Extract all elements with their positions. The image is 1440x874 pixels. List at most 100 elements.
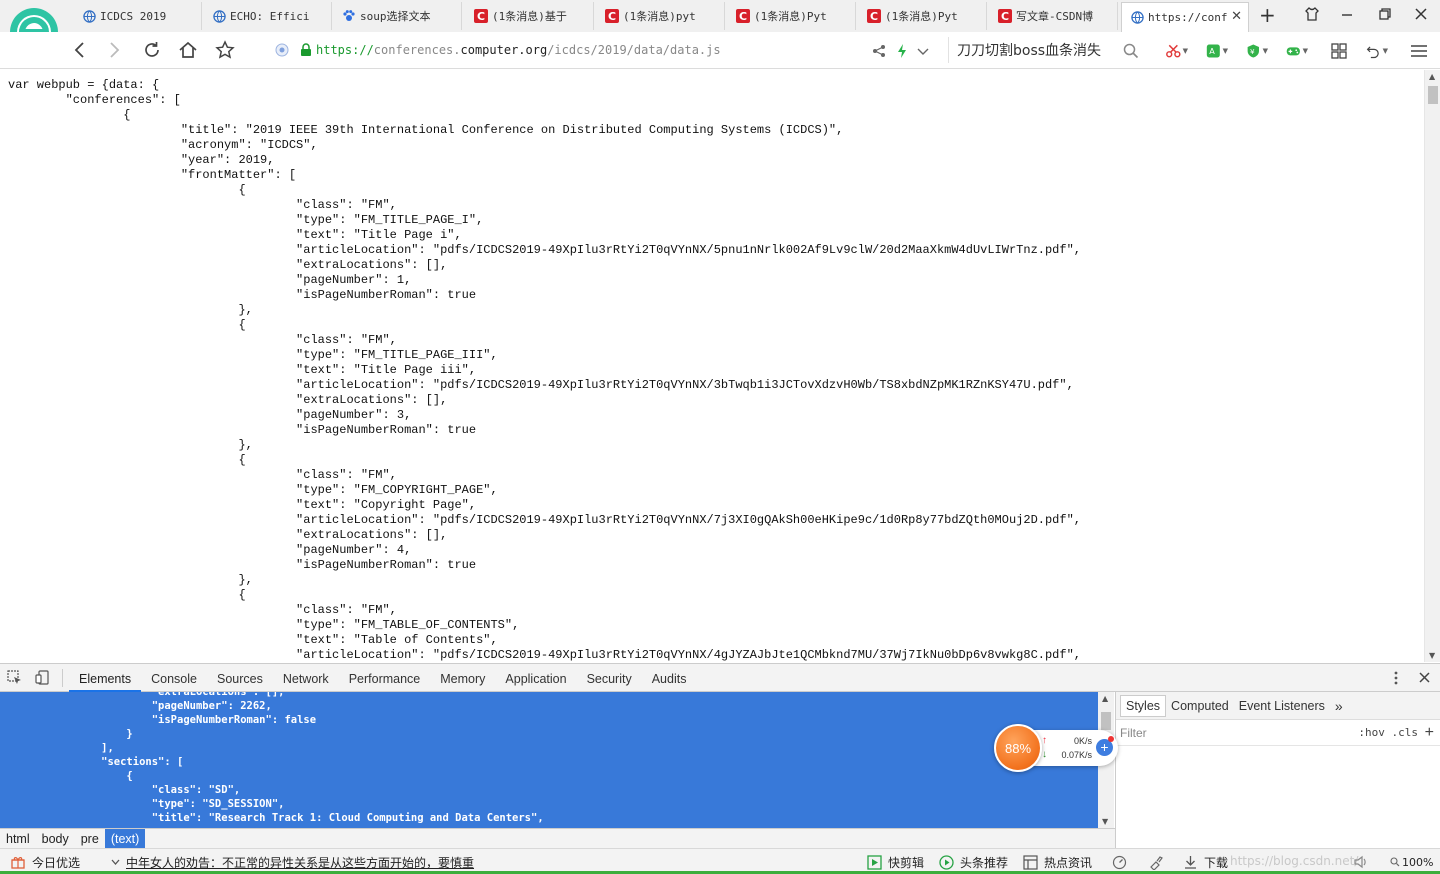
tab-soup[interactable]: soup选择文本 (334, 2, 462, 30)
tab-computed[interactable]: Computed (1166, 699, 1234, 713)
tab-event-listeners[interactable]: Event Listeners (1234, 699, 1330, 713)
speed-panel: ↑ 0K/s ↓ 0.07K/s + (1032, 730, 1118, 766)
tab-csdn-write[interactable]: C 写文章-CSDN博 (990, 2, 1118, 30)
tab-csdn-1[interactable]: C (1条消息)基于 (466, 2, 594, 30)
tab-csdn-4[interactable]: C (1条消息)Pyt (859, 2, 987, 30)
share-icon[interactable] (868, 41, 890, 61)
tab-label: 写文章-CSDN博 (1016, 10, 1094, 23)
quick-cut[interactable]: 快剪辑 (866, 853, 924, 871)
tab-label: soup选择文本 (360, 10, 431, 23)
shirt-skin-icon[interactable] (1304, 6, 1320, 26)
memory-usage-ball[interactable]: 88% (994, 724, 1042, 772)
today-picks[interactable]: 今日优选 (10, 853, 80, 871)
tab-elements[interactable]: Elements (69, 664, 142, 692)
headlines[interactable]: 头条推荐 (938, 853, 1008, 871)
globe-icon (1130, 11, 1144, 25)
scissors-icon[interactable]: ▼ (1166, 41, 1188, 61)
chevron-down-icon[interactable] (912, 41, 934, 61)
breadcrumb-body[interactable]: body (36, 829, 75, 849)
search-icon[interactable] (1120, 41, 1142, 61)
undo-icon[interactable]: ▼ (1366, 41, 1388, 61)
hot-news[interactable]: 热点资讯 (1022, 853, 1092, 871)
network-speed-widget[interactable]: ↑ 0K/s ↓ 0.07K/s + 88% (994, 724, 1120, 774)
play-clip-icon (866, 854, 882, 870)
tab-audits[interactable]: Audits (642, 664, 697, 692)
tab-echo[interactable]: ECHO: Effici (204, 2, 332, 30)
scroll-down-arrow-icon[interactable]: ▼ (1102, 817, 1108, 826)
filter-options[interactable]: :hov .cls (1358, 726, 1418, 739)
bookmark-star-button[interactable] (213, 38, 237, 62)
scroll-down-arrow-icon[interactable]: ▼ (1429, 651, 1435, 660)
zoom-level[interactable]: 100% (1390, 853, 1433, 871)
tab-security[interactable]: Security (577, 664, 642, 692)
globe-icon (212, 9, 226, 23)
tab-performance[interactable]: Performance (339, 664, 431, 692)
url-scheme: https:// (316, 43, 374, 57)
minimize-icon[interactable] (1340, 6, 1354, 25)
download-speed: 0.07K/s (1061, 750, 1092, 760)
close-window-icon[interactable] (1414, 6, 1428, 25)
news-link[interactable]: 中年女人的劝告：不正常的异性关系是从这些方面开始的，要慎重 (126, 854, 474, 871)
more-options-icon[interactable] (1382, 664, 1410, 692)
page-scrollbar[interactable]: ▲ ▼ (1424, 70, 1440, 662)
downloads[interactable]: 下载 (1182, 853, 1228, 871)
styles-filter[interactable]: Filter :hov .cls + (1116, 720, 1440, 746)
volume-icon[interactable] (1354, 853, 1369, 871)
csdn-icon: C (998, 9, 1012, 23)
tab-memory[interactable]: Memory (430, 664, 495, 692)
scroll-up-arrow-icon[interactable]: ▲ (1429, 72, 1435, 81)
close-tab-icon[interactable]: ✕ (1231, 9, 1242, 24)
download-arrow-icon (1182, 854, 1198, 870)
close-devtools-icon[interactable] (1410, 664, 1438, 692)
page-scrollbar-thumb[interactable] (1428, 86, 1438, 104)
tab-csdn-3[interactable]: C (1条消息)Pyt (728, 2, 856, 30)
tab-label: ECHO: Effici (230, 9, 310, 23)
breadcrumb-html[interactable]: html (0, 829, 36, 849)
menu-icon[interactable] (1408, 41, 1430, 61)
translate-icon[interactable]: A ▼ (1206, 41, 1228, 61)
scroll-up-arrow-icon[interactable]: ▲ (1102, 694, 1108, 703)
elements-tree[interactable]: "extraLocations": [], "pageNumber": 2262… (0, 692, 1098, 828)
today-picks-label: 今日优选 (32, 855, 81, 870)
add-style-rule-icon[interactable]: + (1425, 724, 1434, 742)
tab-csdn-2[interactable]: C (1条消息)pyt (597, 2, 725, 30)
back-button[interactable] (68, 38, 92, 62)
speed-gauge-icon[interactable] (1112, 853, 1127, 871)
tab-icdcs[interactable]: ICDCS 2019 (74, 2, 202, 30)
refresh-button[interactable] (140, 38, 164, 62)
breadcrumb-pre[interactable]: pre (75, 829, 105, 849)
new-tab-icon[interactable]: + (1259, 3, 1276, 27)
apps-grid-icon[interactable] (1328, 41, 1350, 61)
gamepad-icon[interactable]: ▼ (1286, 41, 1308, 61)
breadcrumb-text[interactable]: (text) (104, 829, 146, 849)
tab-sources[interactable]: Sources (207, 664, 273, 692)
address-bar[interactable]: https://conferences. computer.org/icdcs/2… (300, 37, 860, 63)
filter-input[interactable]: Filter (1120, 726, 1147, 740)
tab-styles[interactable]: Styles (1120, 694, 1167, 717)
tab-active-data-js[interactable]: https://conf ✕ (1121, 2, 1249, 32)
site-info-icon[interactable] (272, 38, 292, 62)
restore-icon[interactable] (1378, 6, 1392, 25)
downloads-label: 下载 (1204, 855, 1229, 870)
url-subdomain: conferences. (373, 43, 461, 57)
lightning-icon[interactable] (891, 41, 913, 61)
paw-icon (342, 9, 356, 23)
tab-console[interactable]: Console (141, 664, 207, 692)
forward-button[interactable] (102, 38, 126, 62)
tab-network[interactable]: Network (273, 664, 339, 692)
search-box[interactable]: 刀刀切割boss血条消失 (948, 37, 1144, 63)
csdn-icon: C (736, 9, 750, 23)
selected-text-node[interactable]: "extraLocations": [], "pageNumber": 2262… (0, 692, 1098, 825)
yen-shield-icon[interactable]: ¥ ▼ (1246, 41, 1268, 61)
device-toggle-icon[interactable] (28, 664, 56, 692)
devtools-tab-bar: Elements Console Sources Network Perform… (0, 664, 1440, 692)
url-path: /icdcs/2019/data/data.js (547, 43, 721, 57)
svg-text:A: A (1209, 46, 1215, 56)
home-button[interactable] (176, 38, 200, 62)
more-tabs-icon[interactable]: » (1330, 698, 1348, 714)
news-headline[interactable]: 中年女人的劝告：不正常的异性关系是从这些方面开始的，要慎重 (110, 853, 474, 871)
tab-application[interactable]: Application (495, 664, 576, 692)
inspect-element-icon[interactable] (0, 664, 28, 692)
zoom-icon (1390, 854, 1400, 870)
clean-icon[interactable] (1148, 853, 1163, 871)
